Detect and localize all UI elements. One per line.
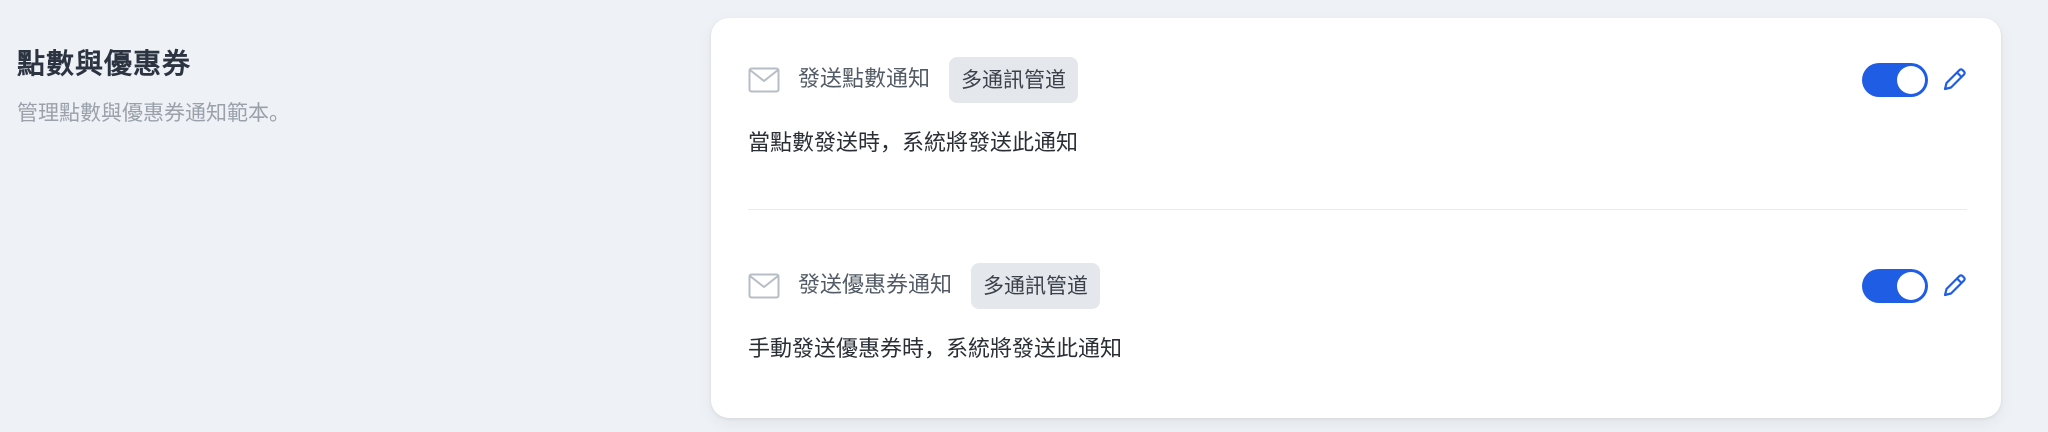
section-title: 點數與優惠券: [17, 47, 192, 80]
row-divider: [748, 209, 1967, 210]
notification-row-coupons: 發送優惠券通知 多通訊管道 手動發送優惠券時，系統將發送此通知: [748, 262, 1968, 366]
toggle-knob: [1897, 272, 1925, 300]
notification-name: 發送點數通知: [798, 67, 931, 92]
notification-row-points: 發送點數通知 多通訊管道 當點數發送時，系統將發送此通知: [748, 56, 1968, 160]
pencil-icon[interactable]: [1940, 66, 1968, 94]
channel-tag: 多通訊管道: [971, 263, 1101, 309]
notification-templates-card: 發送點數通知 多通訊管道 當點數發送時，系統將發送此通知 發送優惠券通知 多通訊…: [711, 18, 2001, 418]
settings-page: 點數與優惠券 管理點數與優惠券通知範本。 發送點數通知 多通訊管道 當點數發送時…: [0, 0, 2048, 432]
pencil-icon[interactable]: [1940, 272, 1968, 300]
section-description: 管理點數與優惠券通知範本。: [17, 101, 290, 125]
enable-toggle[interactable]: [1862, 63, 1928, 97]
notification-description: 手動發送優惠券時，系統將發送此通知: [748, 337, 1123, 362]
notification-name: 發送優惠券通知: [798, 273, 953, 298]
notification-row-header: 發送優惠券通知 多通訊管道: [748, 262, 1968, 310]
notification-row-header: 發送點數通知 多通訊管道: [748, 56, 1968, 104]
channel-tag: 多通訊管道: [949, 57, 1079, 103]
toggle-knob: [1897, 66, 1925, 94]
notification-description: 當點數發送時，系統將發送此通知: [748, 131, 1079, 156]
mail-icon: [748, 273, 780, 299]
section-intro: 點數與優惠券 管理點數與優惠券通知範本。: [17, 44, 637, 128]
mail-icon: [748, 67, 780, 93]
enable-toggle[interactable]: [1862, 269, 1928, 303]
